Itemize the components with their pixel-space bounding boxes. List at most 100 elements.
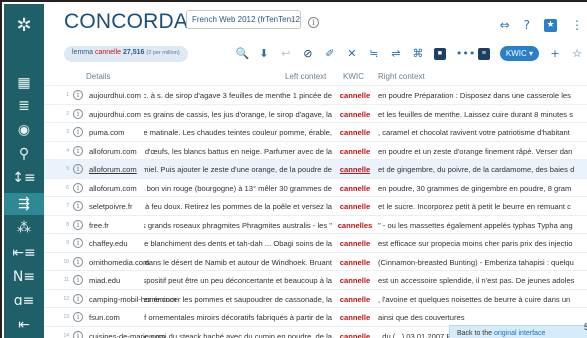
- row-domain[interactable]: alloforum.com: [89, 184, 137, 193]
- table-row[interactable]: 10 i ornithomedia.com), dans le désert de …: [44, 251, 587, 271]
- table-row[interactable]: 11 i miad.edu lispositif peut être un peu d…: [44, 270, 587, 289]
- table-row[interactable]: 4 i alloforum.com s d'œufs, les blancs batt…: [44, 140, 587, 160]
- kwic-view-dropdown[interactable]: KWIC ▾: [499, 46, 539, 61]
- more-horizontal-icon[interactable]: •••: [456, 47, 475, 60]
- table-row[interactable]: 1 i aujourdhui.com 2 c. à s. de sirop d'aga…: [44, 85, 587, 104]
- search-icon[interactable]: 🔍: [236, 47, 250, 60]
- info-icon[interactable]: i: [73, 256, 83, 267]
- row-domain[interactable]: chaffey.edu: [89, 239, 128, 248]
- kwic-keyword[interactable]: cannelle: [334, 258, 376, 267]
- row-domain[interactable]: seletpoivre.fr: [89, 202, 132, 211]
- a-icon[interactable]: ⇤: [4, 314, 44, 336]
- table-row[interactable]: 8 i free.fr s grands roseaux phragmites Phr…: [44, 214, 587, 234]
- star-outline-icon[interactable]: ☆: [571, 47, 583, 60]
- kwic-icon[interactable]: ⇶: [4, 193, 44, 215]
- info-icon[interactable]: i: [73, 238, 83, 248]
- frequency-icon[interactable]: ⌘: [412, 47, 424, 60]
- n-list-icon[interactable]: ɑ≡: [4, 290, 44, 312]
- info-icon[interactable]: i: [73, 330, 83, 338]
- collocations-icon[interactable]: ■: [433, 47, 446, 60]
- info-icon[interactable]: i: [73, 275, 83, 285]
- shuffle-icon[interactable]: ✕: [346, 47, 358, 60]
- kwic-keyword[interactable]: cannelle: [334, 295, 376, 304]
- kwic-keyword[interactable]: cannelle: [334, 128, 376, 137]
- sort-icon[interactable]: ≒: [368, 47, 380, 60]
- info-icon[interactable]: i: [73, 293, 83, 304]
- kwic-keyword[interactable]: cannelle: [334, 332, 376, 338]
- header-details[interactable]: Details: [86, 72, 110, 81]
- filter-icon[interactable]: ⊘: [302, 47, 314, 60]
- info-icon[interactable]: i: [73, 145, 83, 156]
- undo-icon[interactable]: ↩: [280, 47, 292, 60]
- row-domain[interactable]: aujourdhui.com: [89, 91, 141, 100]
- ranked-list-icon[interactable]: ↕≡: [4, 167, 44, 189]
- row-number: 4: [66, 147, 69, 154]
- download-icon[interactable]: ⬇: [258, 47, 270, 60]
- edit-icon[interactable]: ✐: [324, 47, 336, 60]
- kwic-keyword[interactable]: cannelle: [334, 91, 376, 100]
- link-icon[interactable]: ⇔: [500, 18, 510, 32]
- header-right-context[interactable]: Right context: [378, 72, 425, 81]
- lens-icon[interactable]: ⚲: [4, 143, 44, 165]
- info-icon[interactable]: i: [73, 164, 83, 174]
- more-vertical-icon[interactable]: ⋮: [571, 18, 583, 32]
- back-to-original-bar[interactable]: Back to the original interface: [449, 325, 587, 338]
- row-domain[interactable]: free.fr: [89, 221, 109, 230]
- list-view-icon[interactable]: ≡: [477, 47, 490, 60]
- left-context: ieux aussi du steack haché avec du cumin…: [144, 332, 332, 338]
- table-row[interactable]: 3 i puma.com se matinale. Les chaudes teint…: [44, 122, 587, 141]
- info-icon[interactable]: i: [73, 90, 83, 100]
- kwic-keyword[interactable]: cannelle: [334, 184, 376, 193]
- compass-logo-icon[interactable]: ✲: [4, 12, 44, 38]
- kwic-keyword[interactable]: cannelles: [334, 221, 376, 230]
- help-icon[interactable]: ?: [524, 18, 530, 32]
- row-domain[interactable]: fsun.com: [89, 313, 120, 322]
- info-icon[interactable]: i: [308, 17, 319, 28]
- row-domain[interactable]: alloforum.com: [89, 165, 137, 174]
- row-domain[interactable]: miad.edu: [89, 276, 120, 285]
- original-interface-link[interactable]: original interface: [494, 330, 545, 337]
- top-right-actions: ⇔ ? ★ ⋮: [500, 18, 583, 32]
- info-icon[interactable]: i: [73, 219, 83, 230]
- kwic-keyword[interactable]: cannelle: [334, 165, 376, 174]
- table-row[interactable]: 9 i chaffey.edu de blanchiment des dents et…: [44, 233, 587, 252]
- table-row[interactable]: 6 i alloforum.com s bon vin rouge (bourgogn…: [44, 177, 587, 197]
- row-domain[interactable]: aujourdhui.com: [89, 110, 141, 119]
- sort-alt-icon[interactable]: ⇌: [390, 47, 402, 60]
- kwic-keyword[interactable]: cannelle: [334, 202, 376, 211]
- info-icon[interactable]: i: [73, 127, 83, 137]
- left-context: lispositif peut être un peu déconcertant…: [144, 276, 332, 285]
- target-icon[interactable]: ◉: [4, 119, 44, 141]
- query-summary[interactable]: lemma cannelle 27,516 (2 per million): [64, 46, 188, 62]
- table-row[interactable]: 13 i fsun.com tif ornementales miroirs déco…: [44, 307, 587, 326]
- kwic-keyword[interactable]: cannelle: [334, 147, 376, 156]
- kwic-keyword[interactable]: cannelle: [334, 276, 376, 285]
- text-align-icon[interactable]: ⇤≡: [4, 242, 44, 264]
- list-icon[interactable]: ≣: [4, 95, 44, 117]
- dashboard-icon[interactable]: ▦: [4, 72, 44, 94]
- plus-icon[interactable]: +: [549, 47, 561, 60]
- info-icon[interactable]: i: [73, 182, 83, 193]
- left-context-text: de blanchiment des dents et tah-dah ... …: [144, 239, 332, 248]
- left-context-text: s d'œufs, les blancs battus en neige. Pa…: [144, 146, 332, 156]
- header-left-context[interactable]: Left context: [285, 72, 326, 81]
- left-context-text: lispositif peut être un peu déconcertant…: [144, 276, 332, 285]
- kwic-keyword[interactable]: cannelle: [334, 110, 376, 119]
- kwic-keyword[interactable]: cannelle: [334, 239, 376, 248]
- info-icon[interactable]: i: [73, 108, 83, 119]
- row-domain[interactable]: puma.com: [89, 128, 124, 137]
- parallel-icon[interactable]: ⁂: [4, 217, 44, 239]
- corpus-selector[interactable]: French Web 2012 (frTenTen12) ⌕: [186, 10, 301, 29]
- table-row[interactable]: 2 i aujourdhui.com les grains de cassis, le…: [44, 103, 587, 123]
- row-domain[interactable]: ornithomedia.com: [89, 258, 149, 267]
- kwic-keyword[interactable]: cannelle: [334, 313, 376, 322]
- table-row[interactable]: 7 i seletpoivre.fr s à feu doux. Retirez le…: [44, 196, 587, 215]
- table-row[interactable]: 5 i alloforum.com miel. Puis ajouter le zes…: [44, 159, 587, 178]
- info-icon[interactable]: i: [73, 312, 83, 322]
- ne-icon[interactable]: N≡: [4, 266, 44, 288]
- info-icon[interactable]: i: [73, 201, 83, 211]
- row-domain[interactable]: alloforum.com: [89, 147, 137, 156]
- star-icon[interactable]: ★: [544, 18, 557, 32]
- table-row[interactable]: 12 i camping-mobil-home.com vez émincer les…: [44, 288, 587, 308]
- header-kwic[interactable]: KWIC: [343, 72, 364, 81]
